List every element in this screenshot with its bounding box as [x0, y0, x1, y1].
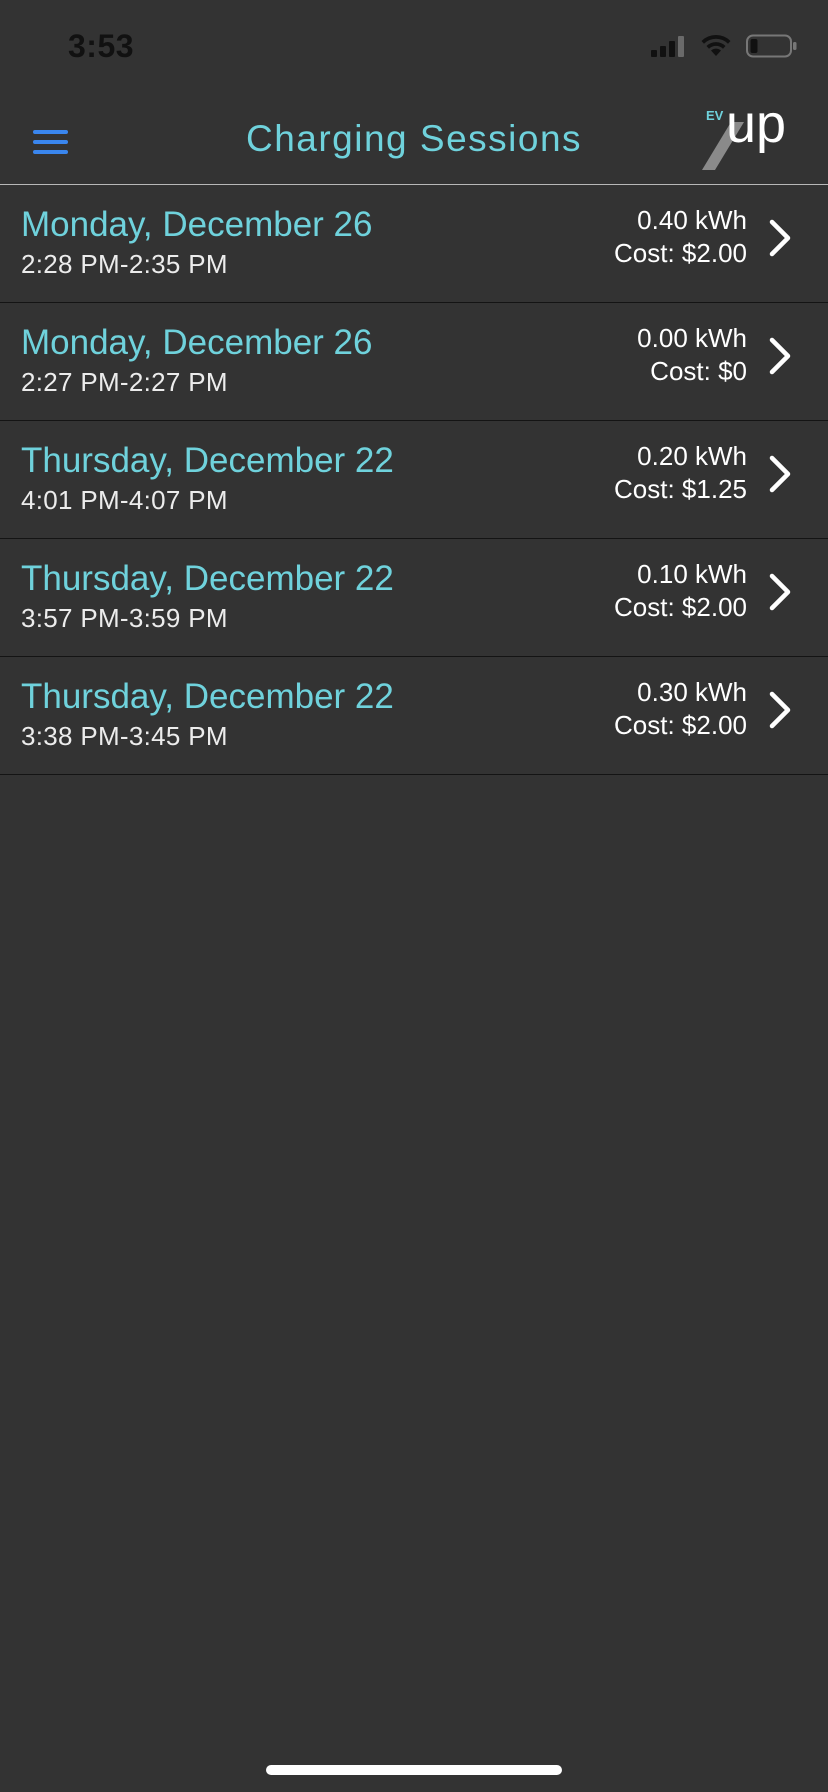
session-energy: 0.00 kWh [637, 323, 747, 353]
session-time-range: 2:28 PM-2:35 PM [21, 249, 228, 279]
session-energy: 0.40 kWh [637, 205, 747, 235]
session-energy: 0.10 kWh [637, 559, 747, 589]
wifi-icon [701, 34, 731, 56]
session-cost: Cost: $1.25 [614, 474, 747, 504]
session-row[interactable]: Thursday, December 22 4:01 PM-4:07 PM 0.… [0, 421, 828, 539]
session-time-range: 3:57 PM-3:59 PM [21, 603, 228, 633]
session-date: Monday, December 26 [21, 205, 373, 244]
status-bar: 3:53 [0, 0, 828, 100]
chevron-right-icon [769, 455, 791, 493]
session-cost: Cost: $2.00 [614, 592, 747, 622]
session-row[interactable]: Monday, December 26 2:28 PM-2:35 PM 0.40… [0, 185, 828, 303]
session-time-range: 4:01 PM-4:07 PM [21, 485, 228, 515]
status-icons [650, 34, 798, 58]
battery-icon [746, 34, 797, 58]
chevron-right-icon [769, 337, 791, 375]
session-cost: Cost: $0 [650, 356, 747, 386]
session-row[interactable]: Thursday, December 22 3:57 PM-3:59 PM 0.… [0, 539, 828, 657]
session-time-range: 3:38 PM-3:45 PM [21, 721, 228, 751]
chevron-right-icon [769, 219, 791, 257]
session-time-range: 2:27 PM-2:27 PM [21, 367, 228, 397]
chevron-right-icon [769, 573, 791, 611]
session-list: Monday, December 26 2:28 PM-2:35 PM 0.40… [0, 185, 828, 775]
status-time: 3:53 [68, 28, 135, 64]
logo-ev-text: EV [706, 108, 724, 123]
session-row[interactable]: Monday, December 26 2:27 PM-2:27 PM 0.00… [0, 303, 828, 421]
charging-sessions-screen: 3:53 Charging Sessions EV up Monday, Dec… [0, 0, 828, 1792]
session-cost: Cost: $2.00 [614, 238, 747, 268]
evup-logo: EV up [702, 100, 786, 170]
session-row[interactable]: Thursday, December 22 3:38 PM-3:45 PM 0.… [0, 657, 828, 775]
session-date: Thursday, December 22 [21, 559, 394, 598]
session-energy: 0.30 kWh [637, 677, 747, 707]
home-indicator[interactable] [266, 1765, 562, 1775]
cellular-signal-icon [651, 36, 684, 57]
session-date: Thursday, December 22 [21, 677, 394, 716]
session-cost: Cost: $2.00 [614, 710, 747, 740]
logo-up-text: up [726, 100, 786, 154]
nav-header: Charging Sessions EV up [0, 100, 828, 185]
chevron-right-icon [769, 691, 791, 729]
session-energy: 0.20 kWh [637, 441, 747, 471]
session-date: Monday, December 26 [21, 323, 373, 362]
session-date: Thursday, December 22 [21, 441, 394, 480]
